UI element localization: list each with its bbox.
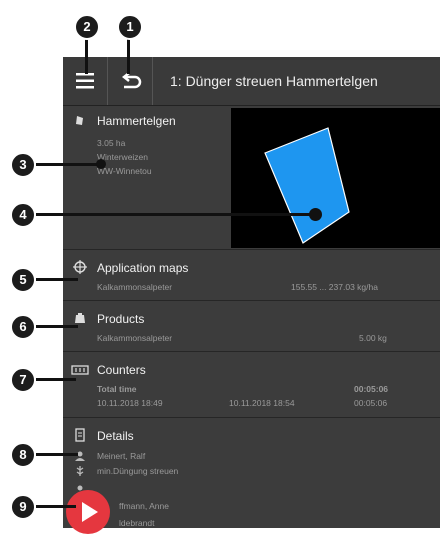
details-section[interactable]: Details Meinert, Ralf min.Düngung streue… — [63, 418, 440, 528]
back-arrow-icon — [121, 72, 142, 89]
detail-task: min.Düngung streuen — [97, 466, 179, 476]
callout-5: 5 — [10, 267, 36, 293]
product-amount: 5.00 kg — [359, 333, 387, 343]
callout-6: 6 — [10, 314, 36, 340]
total-time-value: 00:05:06 — [354, 384, 389, 394]
back-button[interactable] — [108, 57, 153, 105]
customer-icon — [75, 451, 85, 461]
products-section[interactable]: Products Kalkammonsalpeter 5.00 kg — [63, 301, 440, 352]
page-title: 1: Dünger streuen Hammertelgen — [170, 73, 378, 89]
counter-start: 10.11.2018 18:49 — [97, 398, 163, 408]
product-bag-icon — [75, 313, 85, 323]
detail-extra: ldebrandt — [119, 518, 155, 528]
detail-worker: ffmann, Anne — [119, 501, 169, 511]
task-panel: 1: Dünger streuen Hammertelgen Hammertel… — [63, 57, 440, 528]
callout-4: 4 — [10, 202, 36, 228]
field-boundary-polygon — [264, 127, 350, 244]
field-map[interactable] — [231, 108, 440, 248]
crosshair-icon — [73, 260, 87, 274]
counter-icon — [71, 365, 89, 375]
play-icon — [82, 502, 98, 522]
callout-line-8 — [36, 453, 78, 456]
details-title: Details — [97, 429, 134, 443]
operation-icon — [76, 466, 84, 476]
application-map-range: 155.55 ... 237.03 kg/ha — [291, 282, 378, 292]
field-icon — [76, 116, 83, 125]
callout-line-7 — [36, 378, 76, 381]
counter-end: 10.11.2018 18:54 — [229, 398, 295, 408]
callout-2: 2 — [74, 14, 100, 40]
callout-dot-3 — [96, 159, 106, 169]
callout-line-2 — [85, 34, 88, 74]
field-name: Hammertelgen — [97, 114, 176, 128]
product-name: Kalkammonsalpeter — [97, 333, 173, 343]
application-map-product: Kalkammonsalpeter — [97, 282, 173, 292]
callout-1: 1 — [117, 14, 143, 40]
callout-line-4 — [36, 213, 318, 216]
callout-line-3 — [36, 163, 102, 166]
callout-line-6 — [36, 325, 78, 328]
field-owner: WW-Winnetou — [97, 166, 152, 176]
document-icon — [75, 428, 85, 442]
callout-8: 8 — [10, 442, 36, 468]
callout-7: 7 — [10, 367, 36, 393]
top-bar: 1: Dünger streuen Hammertelgen — [63, 57, 440, 106]
callout-dot-4 — [309, 208, 322, 221]
counter-duration: 00:05:06 — [354, 398, 388, 408]
application-maps-title: Application maps — [97, 261, 189, 275]
callout-line-1 — [127, 34, 130, 74]
detail-customer: Meinert, Ralf — [97, 451, 146, 461]
counters-title: Counters — [97, 363, 146, 377]
start-task-button[interactable] — [66, 490, 110, 534]
field-area: 3.05 ha — [97, 138, 126, 148]
callout-3: 3 — [10, 152, 36, 178]
application-maps-section[interactable]: Application maps Kalkammonsalpeter 155.5… — [63, 250, 440, 301]
total-time-label: Total time — [97, 384, 137, 394]
callout-line-9 — [36, 505, 76, 508]
counters-section[interactable]: Counters Total time 00:05:06 10.11.2018 … — [63, 352, 440, 418]
callout-line-5 — [36, 278, 78, 281]
callout-9: 9 — [10, 494, 36, 520]
products-title: Products — [97, 312, 145, 326]
